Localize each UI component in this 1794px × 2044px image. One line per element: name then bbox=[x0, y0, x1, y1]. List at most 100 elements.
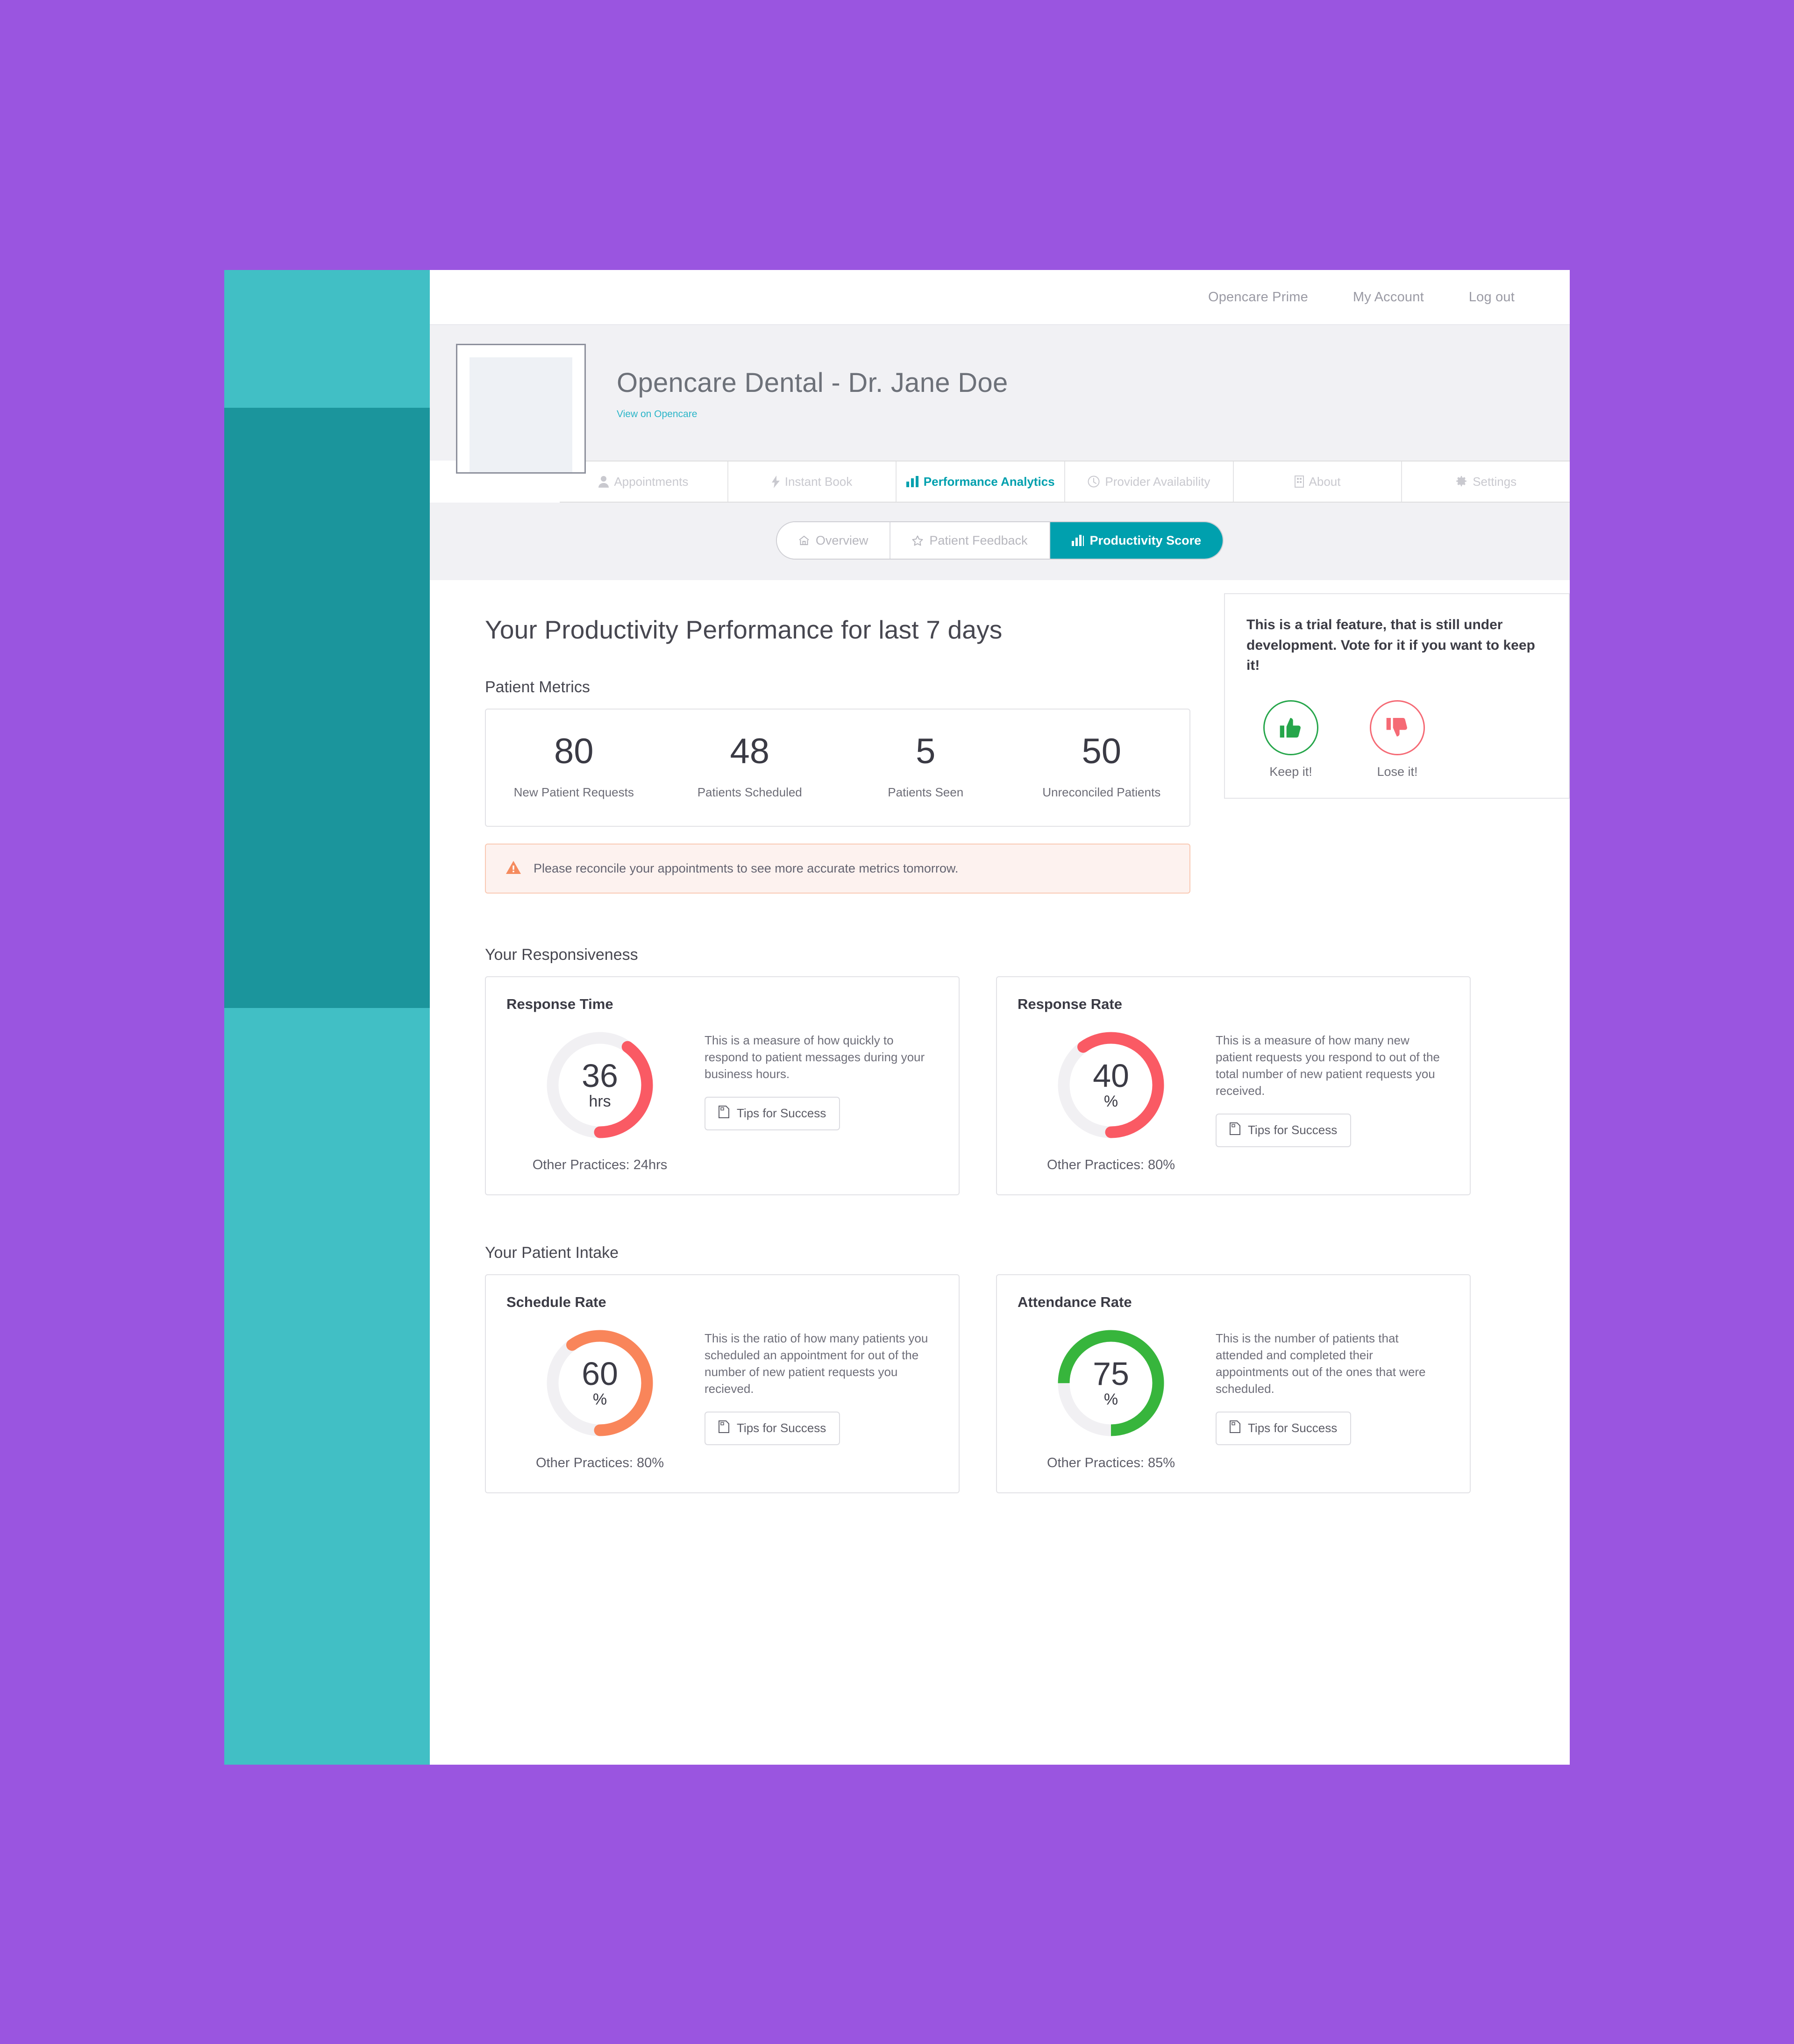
benchmark-label: Other Practices: 80% bbox=[1047, 1157, 1175, 1172]
tab-settings[interactable]: Settings bbox=[1402, 461, 1570, 502]
gauge-unit: % bbox=[1103, 1391, 1118, 1409]
card-description: This is a measure of how quickly to resp… bbox=[705, 1033, 925, 1081]
card-description: This is a measure of how many new patien… bbox=[1216, 1033, 1440, 1098]
metric-new-patient-requests: 80 New Patient Requests bbox=[486, 734, 662, 800]
button-label: Tips for Success bbox=[1248, 1421, 1338, 1435]
response-time-card: Response Time 36 hrs Other Practices: 24… bbox=[485, 976, 960, 1195]
metric-patients-scheduled: 48 Patients Scheduled bbox=[662, 734, 838, 800]
tab-performance-analytics[interactable]: Performance Analytics bbox=[897, 461, 1066, 502]
sub-tab-label: Productivity Score bbox=[1089, 533, 1202, 547]
trial-feature-box: This is a trial feature, that is still u… bbox=[1224, 593, 1570, 799]
page-title: Opencare Dental - Dr. Jane Doe bbox=[617, 368, 1008, 398]
home-icon bbox=[798, 535, 810, 546]
metric-value: 80 bbox=[554, 731, 594, 771]
card-title: Response Rate bbox=[1018, 996, 1122, 1012]
metric-label: Patients Scheduled bbox=[697, 785, 802, 799]
bar-chart-icon bbox=[906, 476, 918, 487]
bolt-icon bbox=[771, 475, 780, 488]
tab-about[interactable]: About bbox=[1234, 461, 1402, 502]
sub-tab-overview[interactable]: Overview bbox=[776, 522, 891, 559]
profile-header: Opencare Dental - Dr. Jane Doe View on O… bbox=[430, 325, 1570, 474]
patient-metrics-card: 80 New Patient Requests 48 Patients Sche… bbox=[485, 709, 1190, 827]
metric-patients-seen: 5 Patients Seen bbox=[838, 734, 1014, 800]
response-rate-card: Response Rate 40 % Other Practices: 80% … bbox=[996, 976, 1471, 1195]
metric-value: 5 bbox=[916, 731, 936, 771]
bar-chart-icon bbox=[1071, 535, 1084, 546]
sidebar-band-bottom bbox=[224, 1008, 430, 1765]
lose-it-vote-button[interactable]: Lose it! bbox=[1370, 700, 1425, 779]
nav-link-my-account[interactable]: My Account bbox=[1353, 290, 1424, 305]
tips-for-success-button[interactable]: Tips for Success bbox=[705, 1096, 840, 1130]
response-time-gauge: 36 hrs bbox=[541, 1027, 658, 1143]
person-icon bbox=[598, 476, 609, 488]
gauge-value: 40 bbox=[1093, 1057, 1129, 1094]
tab-label: About bbox=[1309, 474, 1341, 489]
nav-link-log-out[interactable]: Log out bbox=[1469, 290, 1515, 305]
main-column: Opencare Prime My Account Log out Openca… bbox=[430, 270, 1570, 1765]
benchmark-label: Other Practices: 24hrs bbox=[532, 1157, 668, 1172]
button-label: Tips for Success bbox=[1248, 1123, 1338, 1137]
card-title: Schedule Rate bbox=[506, 1294, 606, 1310]
tab-label: Settings bbox=[1473, 474, 1517, 489]
sub-tab-label: Overview bbox=[815, 533, 869, 547]
warning-triangle-icon bbox=[505, 860, 521, 877]
profile-text: Opencare Dental - Dr. Jane Doe View on O… bbox=[617, 345, 1570, 420]
card-title: Attendance Rate bbox=[1018, 1294, 1132, 1310]
metric-label: Unreconciled Patients bbox=[1042, 785, 1161, 799]
gauge-value: 60 bbox=[582, 1356, 618, 1392]
metric-value: 50 bbox=[1082, 731, 1122, 771]
section-title-patient-intake: Your Patient Intake bbox=[485, 1244, 619, 1262]
gear-icon bbox=[1455, 476, 1467, 488]
card-title: Response Time bbox=[506, 996, 613, 1012]
metric-label: Patients Seen bbox=[888, 785, 964, 799]
sub-tab-productivity-score[interactable]: Productivity Score bbox=[1050, 522, 1223, 559]
vote-row: Keep it! Lose it! bbox=[1246, 700, 1547, 779]
gauge-value: 75 bbox=[1093, 1356, 1129, 1392]
app-window: Opencare Prime My Account Log out Openca… bbox=[224, 270, 1570, 1765]
tab-label: Instant Book bbox=[784, 474, 853, 489]
tab-label: Appointments bbox=[614, 474, 689, 489]
gauge-unit: % bbox=[592, 1391, 607, 1409]
page-content: This is a trial feature, that is still u… bbox=[430, 580, 1570, 1765]
gauge-value: 36 bbox=[582, 1057, 618, 1094]
main-tab-bar: Appointments Instant Book Performance An… bbox=[560, 461, 1570, 503]
star-icon bbox=[912, 535, 923, 546]
metric-unreconciled-patients: 50 Unreconciled Patients bbox=[1014, 734, 1190, 800]
sidebar bbox=[224, 270, 430, 1765]
gauge-unit: % bbox=[1103, 1093, 1118, 1111]
keep-it-vote-button[interactable]: Keep it! bbox=[1263, 700, 1318, 779]
segmented-control: Overview Patient Feedback Productivity S… bbox=[776, 521, 1224, 560]
sidebar-band-top bbox=[224, 270, 430, 408]
thumbs-down-icon bbox=[1370, 700, 1425, 755]
benchmark-label: Other Practices: 80% bbox=[536, 1455, 664, 1470]
view-on-opencare-link[interactable]: View on Opencare bbox=[617, 409, 697, 420]
sub-tab-patient-feedback[interactable]: Patient Feedback bbox=[890, 522, 1050, 559]
button-label: Tips for Success bbox=[737, 1421, 826, 1435]
schedule-rate-card: Schedule Rate 60 % Other Practices: 80% … bbox=[485, 1274, 960, 1493]
tab-provider-availability[interactable]: Provider Availability bbox=[1065, 461, 1234, 502]
tips-for-success-button[interactable]: Tips for Success bbox=[1216, 1113, 1352, 1147]
attendance-rate-card: Attendance Rate 75 % Other Practices: 85… bbox=[996, 1274, 1471, 1493]
avatar-placeholder-image bbox=[470, 357, 572, 472]
card-description: This is the number of patients that atte… bbox=[1216, 1331, 1426, 1396]
clock-icon bbox=[1088, 476, 1100, 488]
lose-it-label: Lose it! bbox=[1377, 764, 1418, 779]
metric-value: 48 bbox=[730, 731, 770, 771]
reconcile-alert: Please reconcile your appointments to se… bbox=[485, 844, 1190, 894]
thumbs-up-icon bbox=[1263, 700, 1318, 755]
attendance-rate-gauge: 75 % bbox=[1053, 1325, 1169, 1441]
keep-it-label: Keep it! bbox=[1269, 764, 1312, 779]
tab-label: Performance Analytics bbox=[923, 474, 1055, 489]
trial-message: This is a trial feature, that is still u… bbox=[1246, 617, 1535, 673]
card-description: This is the ratio of how many patients y… bbox=[705, 1331, 928, 1396]
benchmark-label: Other Practices: 85% bbox=[1047, 1455, 1175, 1470]
tips-for-success-button[interactable]: Tips for Success bbox=[1216, 1411, 1352, 1445]
note-icon bbox=[1230, 1122, 1240, 1138]
button-label: Tips for Success bbox=[737, 1106, 826, 1121]
avatar bbox=[456, 344, 586, 474]
section-title-responsiveness: Your Responsiveness bbox=[485, 946, 638, 964]
screenshot-stage: Opencare Prime My Account Log out Openca… bbox=[0, 0, 1794, 2044]
tips-for-success-button[interactable]: Tips for Success bbox=[705, 1411, 840, 1445]
nav-link-opencare-prime[interactable]: Opencare Prime bbox=[1208, 290, 1308, 305]
tab-instant-book[interactable]: Instant Book bbox=[728, 461, 897, 502]
